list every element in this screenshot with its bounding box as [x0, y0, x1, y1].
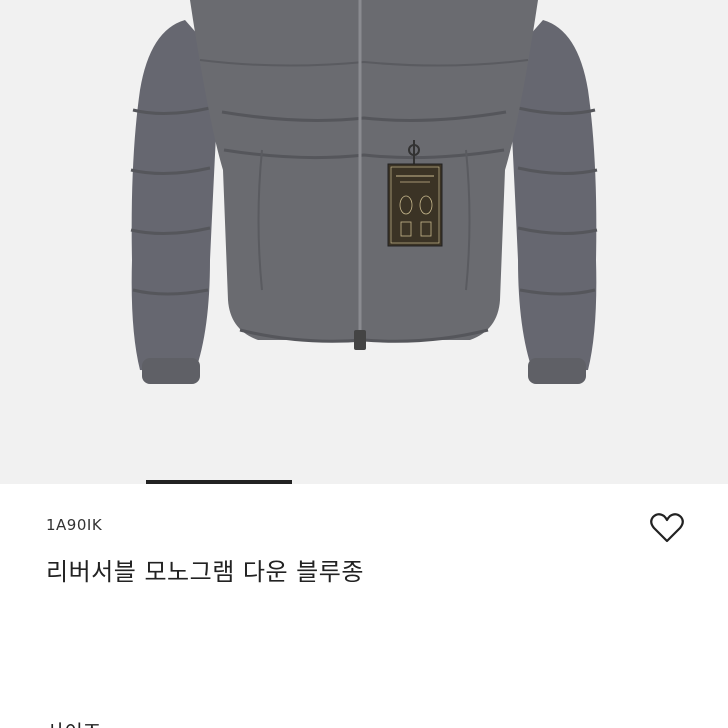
- carousel-track: [0, 480, 728, 484]
- product-code: 1A90IK: [46, 516, 103, 534]
- product-detail-page: 1A90IK 리버서블 모노그램 다운 블루종 사이즈: [0, 0, 728, 728]
- puffer-jacket-illustration: [0, 0, 728, 484]
- size-section-label: 사이즈: [46, 716, 101, 728]
- product-image[interactable]: [0, 0, 728, 484]
- carousel-active-indicator[interactable]: [146, 480, 292, 484]
- product-title: 리버서블 모노그램 다운 블루종: [46, 558, 364, 586]
- wishlist-button[interactable]: [648, 510, 686, 546]
- heart-outline-icon: [650, 513, 684, 543]
